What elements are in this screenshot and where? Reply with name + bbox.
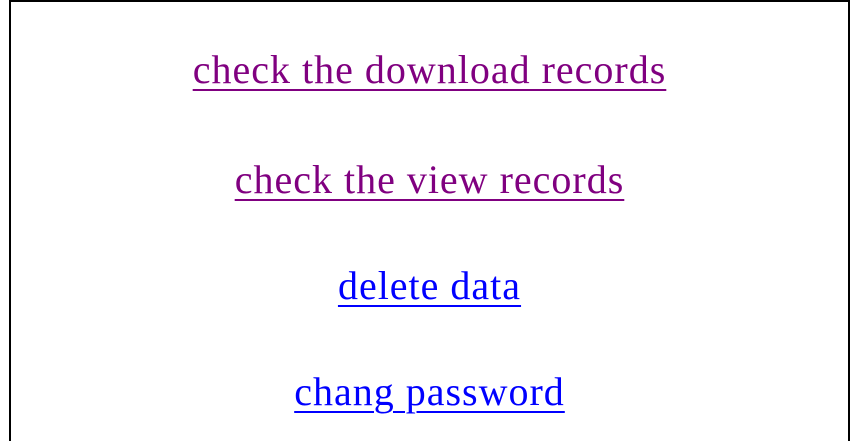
link-list: check the download records check the vie… bbox=[11, 2, 848, 441]
check-view-records-link[interactable]: check the view records bbox=[235, 157, 625, 202]
menu-item-download-records: check the download records bbox=[11, 46, 848, 94]
menu-item-change-password: chang password bbox=[11, 368, 848, 416]
menu-panel: check the download records check the vie… bbox=[9, 0, 850, 441]
menu-item-view-records: check the view records bbox=[11, 156, 848, 204]
menu-item-delete-data: delete data bbox=[11, 262, 848, 310]
delete-data-link[interactable]: delete data bbox=[338, 263, 521, 308]
check-download-records-link[interactable]: check the download records bbox=[193, 47, 667, 92]
change-password-link[interactable]: chang password bbox=[294, 369, 565, 414]
